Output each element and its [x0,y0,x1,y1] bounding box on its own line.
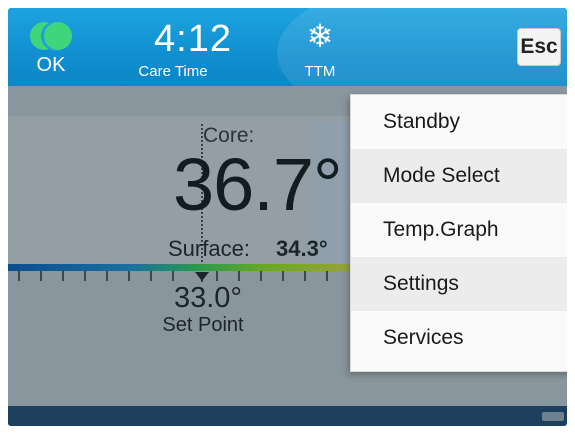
status-circle-right [44,22,72,50]
status-indicator-icon [30,22,72,50]
surface-label: Surface: [168,236,250,261]
scale-tick [282,271,284,281]
header-bar: OK 4:12 Care Time ❄ TTM Esc [8,8,567,128]
scale-tick [238,271,240,281]
surface-temperature-value: 34.3° [276,236,328,261]
setpoint-marker-icon [195,272,209,281]
care-time-value: 4:12 [154,18,232,60]
scale-tick [62,271,64,281]
scale-tick [40,271,42,281]
scale-tick [304,271,306,281]
scale-tick [106,271,108,281]
snowflake-icon: ❄ [306,18,334,54]
scale-tick [260,271,262,281]
scale-tick [216,271,218,281]
battery-icon [542,412,564,421]
scale-tick [172,271,174,281]
scale-tick [18,271,20,281]
scale-tick [326,271,328,281]
status-label: OK [36,54,66,76]
device-screen: OK 4:12 Care Time ❄ TTM Esc Core: 36.7° … [8,8,567,426]
menu-item-mode-select[interactable]: Mode Select [351,149,567,203]
scale-tick [84,271,86,281]
dropdown-menu: Standby Mode Select Temp.Graph Settings … [350,94,567,372]
scale-tick [150,271,152,281]
mode-label: TTM [304,63,336,80]
core-temperature-value: 36.7° [173,143,343,226]
setpoint-value: 33.0° [173,282,243,314]
esc-button[interactable]: Esc [517,28,561,66]
footer-bar [8,406,567,426]
setpoint-label: Set Point [162,314,244,336]
menu-item-settings[interactable]: Settings [351,257,567,311]
scale-tick [128,271,130,281]
menu-item-standby[interactable]: Standby [351,95,567,149]
menu-item-services[interactable]: Services [351,311,567,365]
temperature-gradient-bar [8,264,353,271]
menu-item-temp-graph[interactable]: Temp.Graph [351,203,567,257]
care-time-label: Care Time [138,63,208,80]
